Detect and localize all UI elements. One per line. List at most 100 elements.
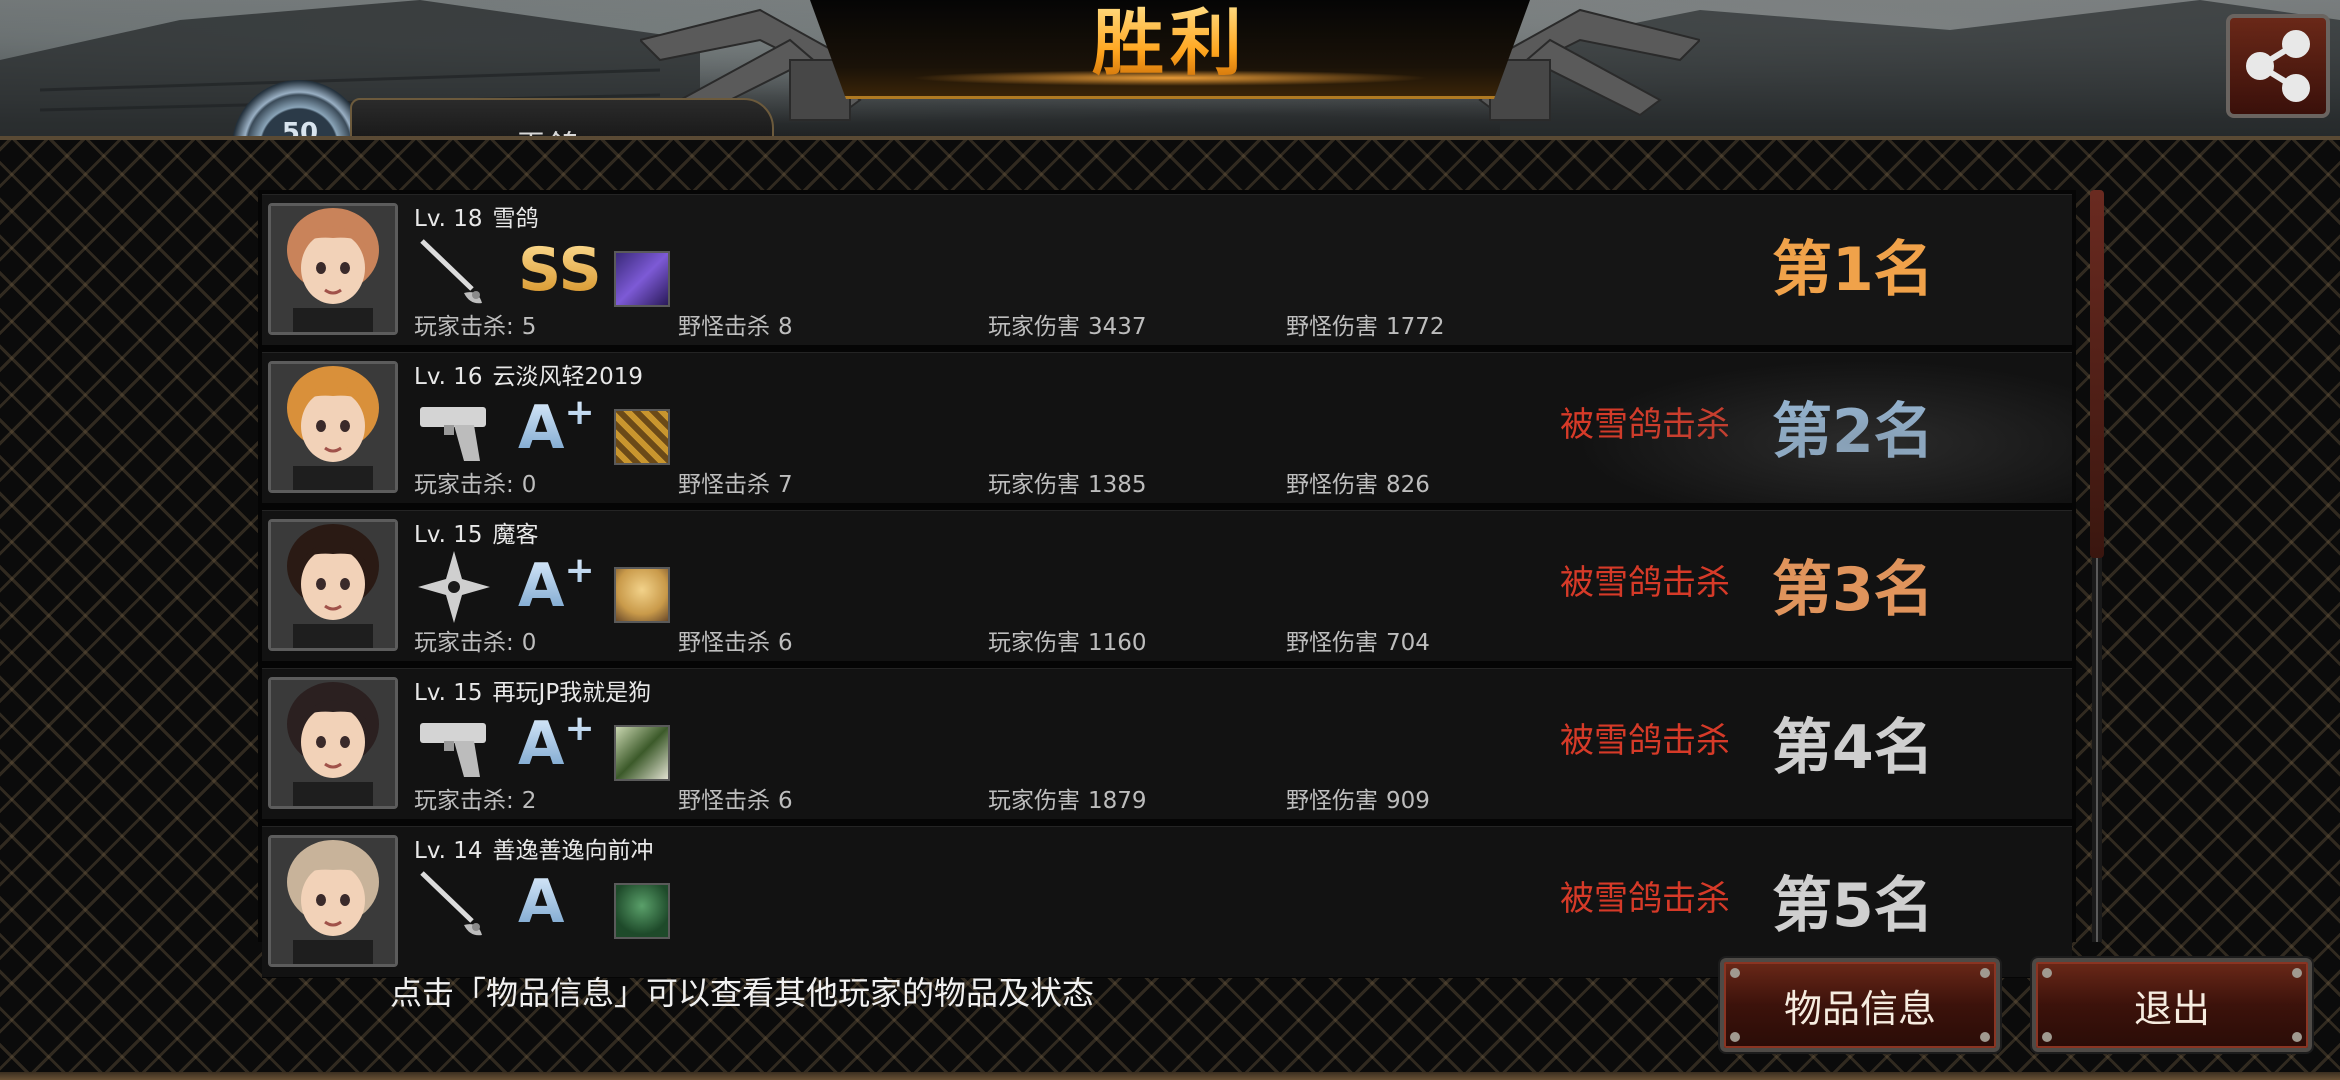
stat-label: 玩家伤害 xyxy=(988,788,1080,814)
player-avatar xyxy=(268,203,398,335)
grade-badge: SS xyxy=(518,235,608,305)
stat-label: 野怪击杀 xyxy=(678,314,770,340)
stat-value: 3437 xyxy=(1088,314,1147,340)
shuriken-icon xyxy=(414,547,494,627)
player-name: 魔客 xyxy=(492,522,539,548)
exit-button[interactable]: 退出 xyxy=(2032,958,2312,1052)
stat-label: 野怪击杀 xyxy=(678,472,770,498)
grade-badge: A+ xyxy=(518,709,608,779)
share-icon xyxy=(2246,30,2310,102)
stat-value: 1772 xyxy=(1386,314,1445,340)
grade-badge: A+ xyxy=(518,551,608,621)
player-stat: 玩家伤害 1160 xyxy=(988,623,1147,657)
stat-value: 1879 xyxy=(1088,788,1147,814)
player-avatar xyxy=(268,519,398,651)
player-level-line: Lv. 15 再玩JP我就是狗 xyxy=(414,673,651,707)
player-row[interactable]: Lv. 16 云淡风轻2019 A+ 玩家击杀: 0 野怪击杀 7 玩家伤害 1385 野怪伤害 8… xyxy=(262,352,2072,504)
purple-gear-item-icon[interactable] xyxy=(614,251,670,307)
grade-letter: A xyxy=(518,709,565,779)
rank-label: 第1名 xyxy=(1772,235,1934,305)
soldier-portrait-item-icon[interactable] xyxy=(614,883,670,939)
stat-value: 6 xyxy=(778,788,793,814)
stat-value: 1385 xyxy=(1088,472,1147,498)
stat-label: 玩家击杀: xyxy=(414,788,514,814)
player-level: Lv. 15 xyxy=(414,522,483,548)
player-name: 再玩JP我就是狗 xyxy=(492,680,652,706)
stat-value: 704 xyxy=(1386,630,1430,656)
stat-label: 野怪击杀 xyxy=(678,788,770,814)
player-row[interactable]: Lv. 15 魔客 A+ 玩家击杀: 0 野怪击杀 6 玩家伤害 1160 野怪伤害 704 被雪鸽击… xyxy=(262,510,2072,662)
killed-by-text: 被雪鸽击杀 xyxy=(1560,721,1730,761)
stat-value: 826 xyxy=(1386,472,1430,498)
scrollbar-thumb[interactable] xyxy=(2090,190,2104,558)
player-row[interactable]: Lv. 18 雪鸽 SS 玩家击杀: 5 野怪击杀 8 玩家伤害 3437 野怪伤害 1772 第1名 xyxy=(262,194,2072,346)
stat-label: 野怪伤害 xyxy=(1286,472,1378,498)
grade-badge: A xyxy=(518,867,608,937)
player-level: Lv. 18 xyxy=(414,206,483,232)
grade-letter: SS xyxy=(518,235,602,305)
player-stat: 玩家伤害 1385 xyxy=(988,465,1147,499)
player-level-line: Lv. 18 雪鸽 xyxy=(414,199,539,233)
exit-button-label: 退出 xyxy=(2133,987,2210,1031)
panel-bottom-edge xyxy=(0,1072,2340,1080)
player-stat: 玩家击杀: 5 xyxy=(414,307,536,341)
stat-value: 5 xyxy=(521,314,537,340)
killed-by-text: 被雪鸽击杀 xyxy=(1560,563,1730,603)
item-info-button-label: 物品信息 xyxy=(1783,987,1936,1031)
share-button[interactable] xyxy=(2226,14,2330,118)
stat-label: 玩家伤害 xyxy=(988,314,1080,340)
player-stat: 野怪击杀 6 xyxy=(678,781,793,815)
stat-value: 7 xyxy=(778,472,793,498)
player-stat: 玩家击杀: 0 xyxy=(414,623,536,657)
player-avatar xyxy=(268,835,398,967)
grade-plus: + xyxy=(564,392,595,433)
grade-badge: A+ xyxy=(518,393,608,463)
stat-value: 2 xyxy=(521,788,537,814)
player-stat: 玩家击杀: 0 xyxy=(414,465,536,499)
player-name: 善逸善逸向前冲 xyxy=(492,838,654,864)
grade-plus: + xyxy=(564,708,595,749)
stat-value: 8 xyxy=(778,314,793,340)
player-stat: 野怪伤害 826 xyxy=(1286,465,1430,499)
bullet-item-icon[interactable] xyxy=(614,409,670,465)
stat-value: 909 xyxy=(1386,788,1430,814)
killed-by-text: 被雪鸽击杀 xyxy=(1560,405,1730,445)
player-stat: 野怪伤害 909 xyxy=(1286,781,1430,815)
player-stat: 野怪击杀 8 xyxy=(678,307,793,341)
stat-value: 6 xyxy=(778,630,793,656)
stat-label: 玩家击杀: xyxy=(414,314,514,340)
grade-letter: A xyxy=(518,551,565,621)
player-stat: 野怪伤害 1772 xyxy=(1286,307,1445,341)
stat-value: 0 xyxy=(521,472,537,498)
killed-by-text: 被雪鸽击杀 xyxy=(1560,879,1730,919)
player-name: 云淡风轻2019 xyxy=(492,364,644,390)
stat-value: 1160 xyxy=(1088,630,1147,656)
stat-value: 0 xyxy=(521,630,537,656)
hint-text: 点击「物品信息」可以查看其他玩家的物品及状态 xyxy=(390,974,1095,1012)
result-screen: 胜利 5 0 雪鸽 Lv. 18 雪鸽SS玩家击杀: 5 野怪击杀 8 玩家伤害 3437 野怪… xyxy=(0,0,2340,1080)
stat-label: 野怪伤害 xyxy=(1286,630,1378,656)
player-row[interactable]: Lv. 14 善逸善逸向前冲 A 被雪鸽击杀 第5名 xyxy=(262,826,2072,978)
player-level-line: Lv. 14 善逸善逸向前冲 xyxy=(414,831,654,865)
stat-label: 玩家击杀: xyxy=(414,630,514,656)
rank-label: 第4名 xyxy=(1772,713,1934,783)
player-stat: 玩家伤害 3437 xyxy=(988,307,1147,341)
pistol-icon xyxy=(414,389,494,469)
grade-letter: A xyxy=(518,393,565,463)
green-portrait-item-icon[interactable] xyxy=(614,725,670,781)
victory-title: 胜利 xyxy=(810,0,1530,86)
rank-label: 第5名 xyxy=(1772,871,1934,941)
item-info-button[interactable]: 物品信息 xyxy=(1720,958,2000,1052)
player-row[interactable]: Lv. 15 再玩JP我就是狗 A+ 玩家击杀: 2 野怪击杀 6 玩家伤害 1879 野怪伤害 9… xyxy=(262,668,2072,820)
stat-label: 玩家击杀: xyxy=(414,472,514,498)
player-stat: 野怪击杀 7 xyxy=(678,465,793,499)
player-stat: 玩家伤害 1879 xyxy=(988,781,1147,815)
pistol-icon xyxy=(414,705,494,785)
rapier-icon xyxy=(414,863,494,943)
player-stat: 野怪击杀 6 xyxy=(678,623,793,657)
player-stat: 玩家击杀: 2 xyxy=(414,781,536,815)
player-stat: 野怪伤害 704 xyxy=(1286,623,1430,657)
player-level: Lv. 15 xyxy=(414,680,483,706)
blonde-portrait-item-icon[interactable] xyxy=(614,567,670,623)
stat-label: 玩家伤害 xyxy=(988,472,1080,498)
